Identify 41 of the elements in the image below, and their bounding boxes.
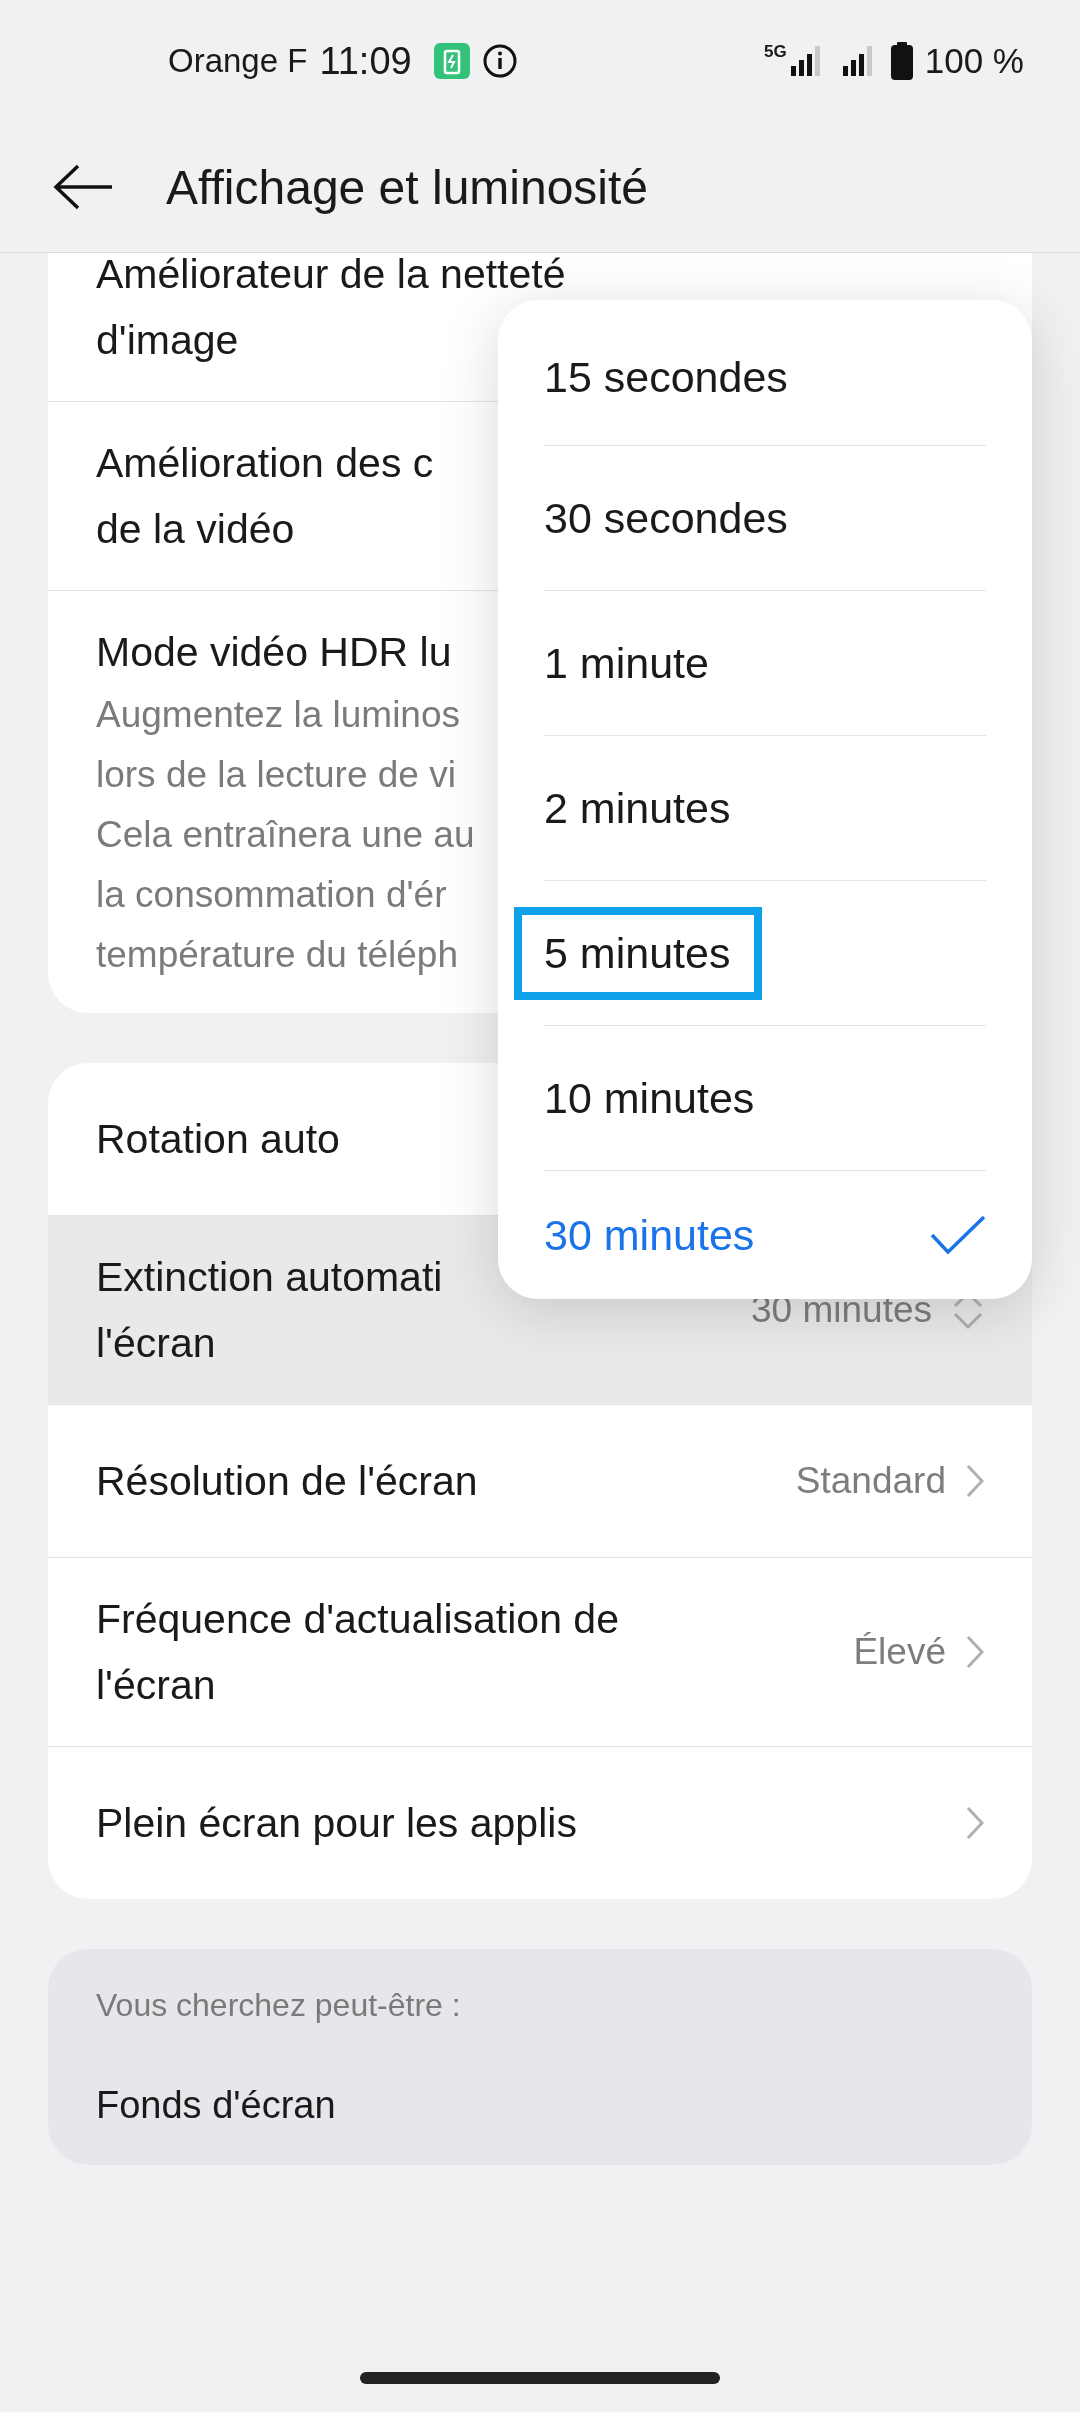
setting-value: Standard (795, 1460, 946, 1502)
menu-option[interactable]: 1 minute (514, 591, 1016, 735)
info-icon (481, 43, 518, 79)
setting-title: Extinction automati l'écran (96, 1253, 443, 1368)
option-label: 2 minutes (543, 782, 732, 834)
setting-value: Élevé (853, 1631, 946, 1673)
clock: 11:09 (319, 39, 412, 83)
setting-title: Plein écran pour les applis (96, 1799, 577, 1848)
chevron-icon (966, 1635, 984, 1669)
menu-option[interactable]: 2 minutes (514, 736, 1016, 880)
battery-level: 100 % (924, 41, 1024, 81)
carrier-name: Orange F (168, 42, 308, 80)
menu-option[interactable]: 30 secondes (514, 446, 1016, 590)
option-label: 10 minutes (543, 1072, 756, 1124)
chevron-icon (966, 1806, 984, 1840)
checkmark-icon (930, 1215, 986, 1255)
setting-title: Fréquence d'actualisation de l'écran (96, 1595, 619, 1710)
option-label: 30 secondes (543, 492, 789, 544)
setting-title: Amélioration des c de la vidéo (96, 439, 434, 554)
option-label: 1 minute (543, 637, 710, 689)
chevron-icon (966, 1464, 984, 1498)
battery-icon (890, 42, 913, 80)
setting-title: Mode vidéo HDR lu (96, 628, 452, 677)
settings-row[interactable]: Fréquence d'actualisation de l'écran Élevé (48, 1557, 1032, 1746)
setting-description: Augmentez la luminos lors de la lecture de vi Cela entraînera une au la consommation d'ér température du téléph (96, 693, 475, 977)
menu-option[interactable]: 5 minutes (514, 881, 1016, 1025)
signal-icon (840, 44, 875, 78)
settings-row[interactable]: Plein écran pour les applis (48, 1746, 1032, 1899)
option-label: 5 minutes (514, 906, 763, 1000)
setting-title: Résolution de l'écran (96, 1457, 478, 1506)
page-title: Affichage et luminosité (166, 159, 649, 215)
suggestions-heading: Vous cherchez peut-être : (96, 1986, 462, 2025)
menu-option[interactable]: 15 secondes (514, 310, 1016, 445)
menu-option[interactable]: 10 minutes (514, 1026, 1016, 1170)
option-label: 15 secondes (543, 352, 789, 403)
battery-charging-icon (433, 43, 470, 79)
signal-icon (788, 44, 823, 78)
network-type: 5G (764, 42, 787, 62)
settings-row[interactable]: Résolution de l'écran Standard (48, 1404, 1032, 1557)
suggestion-link[interactable]: Fonds d'écran (96, 2075, 984, 2135)
back-arrow-icon[interactable] (52, 163, 114, 211)
